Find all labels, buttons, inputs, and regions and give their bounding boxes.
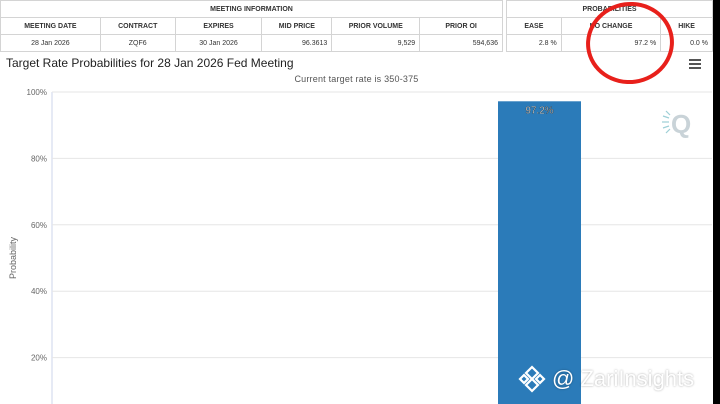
y-tick-label: 20% (31, 354, 47, 363)
svg-text:Q: Q (671, 109, 691, 139)
bar-data-label: 97.2% (525, 105, 553, 116)
bar-350-375 (498, 101, 581, 404)
watermark-text: @ ZariInsights (552, 366, 695, 391)
y-tick-label: 100% (27, 88, 47, 97)
binance-logo-icon (518, 365, 546, 393)
watermark: @ ZariInsights (518, 364, 694, 394)
screen: MEETING INFORMATION MEETING DATE CONTRAC… (0, 0, 713, 404)
y-tick-label: 60% (31, 221, 47, 230)
q-logo-icon: Q (662, 109, 691, 139)
y-tick-label: 80% (31, 154, 47, 163)
y-tick-label: 40% (31, 287, 47, 296)
y-axis-title: Probability (8, 236, 18, 279)
